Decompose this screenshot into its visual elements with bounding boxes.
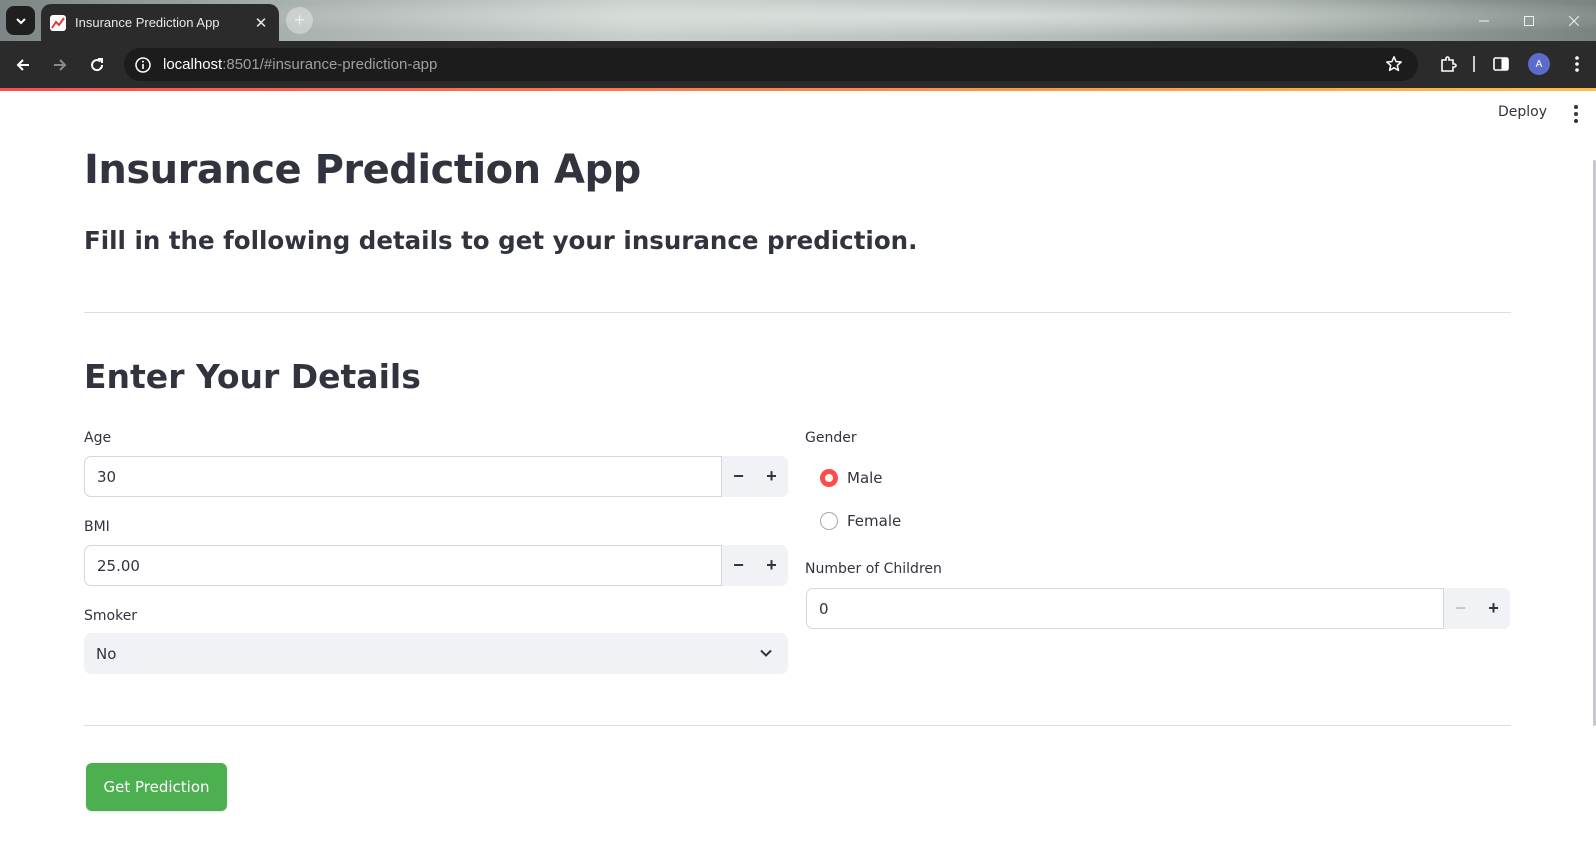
browser-tab-active[interactable]: Insurance Prediction App ✕ [41,4,279,41]
bmi-number-input: 25.00 − + [84,545,788,586]
url-text: localhost:8501/#insurance-prediction-app [163,56,437,73]
age-increment-button[interactable]: + [755,456,788,497]
age-label: Age [84,430,112,446]
gender-option-label: Male [847,469,883,487]
close-icon[interactable]: ✕ [251,13,271,33]
age-field[interactable]: 30 [84,456,722,497]
browser-menu-icon[interactable] [1565,52,1589,76]
extensions-puzzle-icon[interactable] [1436,52,1460,76]
page-title: Insurance Prediction App [84,147,641,193]
chevron-down-icon [15,17,26,24]
window-controls [1461,0,1596,41]
age-number-input: 30 − + [84,456,788,497]
smoker-label: Smoker [84,608,138,624]
profile-avatar[interactable]: A [1528,53,1550,75]
deploy-button[interactable]: Deploy [1498,104,1547,120]
gender-radio-female[interactable]: Female [820,512,901,530]
divider [84,312,1511,313]
chart-favicon-icon [50,14,66,31]
gender-label: Gender [805,430,857,446]
forward-arrow-icon[interactable] [47,52,73,78]
bmi-field[interactable]: 25.00 [84,545,722,586]
main-menu-icon[interactable] [1568,105,1584,123]
reload-icon[interactable] [84,52,110,78]
new-tab-button[interactable]: + [286,7,313,34]
bmi-increment-button[interactable]: + [755,545,788,586]
gender-option-label: Female [847,512,902,530]
bmi-decrement-button[interactable]: − [722,545,755,586]
minimize-icon[interactable] [1461,0,1506,41]
window-close-icon[interactable] [1551,0,1596,41]
radio-unchecked-icon [820,512,838,530]
address-bar[interactable]: localhost:8501/#insurance-prediction-app [124,48,1418,81]
url-path: :8501/#insurance-prediction-app [222,56,438,73]
gender-radio-male[interactable]: Male [820,469,883,487]
app-header: Deploy [0,91,1596,139]
get-prediction-button[interactable]: Get Prediction [86,763,227,811]
tab-title: Insurance Prediction App [75,15,220,30]
bookmark-star-icon[interactable] [1384,54,1404,74]
browser-toolbar: localhost:8501/#insurance-prediction-app… [0,41,1596,88]
back-arrow-icon[interactable] [10,52,36,78]
browser-tabstrip: Insurance Prediction App ✕ + [0,0,1596,41]
smoker-select[interactable]: No [84,633,788,674]
age-decrement-button[interactable]: − [722,456,755,497]
url-host: localhost [163,56,223,73]
toolbar-separator [1462,52,1486,76]
page-subtitle: Fill in the following details to get you… [84,226,918,255]
children-number-input: 0 − + [806,588,1510,629]
children-decrement-button[interactable]: − [1444,588,1477,629]
bmi-label: BMI [84,519,110,535]
site-info-icon[interactable] [134,56,152,74]
radio-checked-icon [820,469,838,487]
side-panel-icon[interactable] [1489,52,1513,76]
tab-search-button[interactable] [6,6,35,35]
section-title: Enter Your Details [84,357,421,396]
divider [84,725,1511,726]
children-label: Number of Children [805,561,942,577]
children-increment-button[interactable]: + [1477,588,1510,629]
chevron-down-icon [758,645,774,661]
maximize-icon[interactable] [1506,0,1551,41]
children-field[interactable]: 0 [806,588,1444,629]
smoker-selected-value: No [96,644,117,663]
